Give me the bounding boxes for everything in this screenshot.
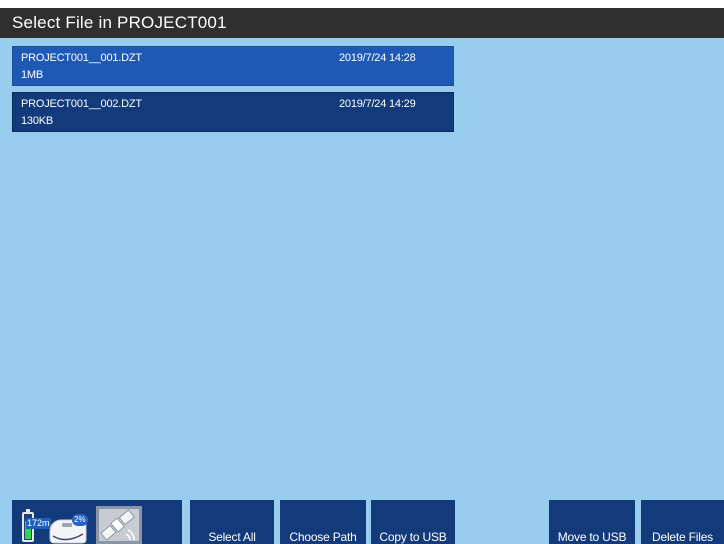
- gps-satellite-icon: [96, 506, 142, 544]
- battery-label: 172m: [26, 518, 51, 529]
- choose-path-button[interactable]: Choose Path: [280, 500, 366, 544]
- select-all-button[interactable]: Select All: [190, 500, 274, 544]
- file-row[interactable]: PROJECT001__001.DZT 2019/7/24 14:28 1MB: [12, 46, 454, 86]
- file-size: 130KB: [21, 115, 54, 127]
- page-title: Select File in PROJECT001: [0, 8, 724, 38]
- file-name: PROJECT001__002.DZT: [21, 98, 142, 110]
- status-panel: 172m 2%: [12, 500, 182, 544]
- file-list: PROJECT001__001.DZT 2019/7/24 14:28 1MB …: [12, 46, 454, 138]
- file-browser-screen: Select File in PROJECT001 PROJECT001__00…: [0, 8, 724, 544]
- storage-label: 2%: [72, 514, 88, 526]
- copy-to-usb-button[interactable]: Copy to USB: [371, 500, 455, 544]
- file-size: 1MB: [21, 69, 44, 81]
- file-date: 2019/7/24 14:29: [339, 98, 416, 110]
- bottom-toolbar: 172m 2% Select All Choose Path Copy to U…: [0, 500, 724, 544]
- file-row[interactable]: PROJECT001__002.DZT 2019/7/24 14:29 130K…: [12, 92, 454, 132]
- delete-files-button[interactable]: Delete Files: [641, 500, 724, 544]
- move-to-usb-button[interactable]: Move to USB: [549, 500, 635, 544]
- file-name: PROJECT001__001.DZT: [21, 52, 142, 64]
- file-date: 2019/7/24 14:28: [339, 52, 416, 64]
